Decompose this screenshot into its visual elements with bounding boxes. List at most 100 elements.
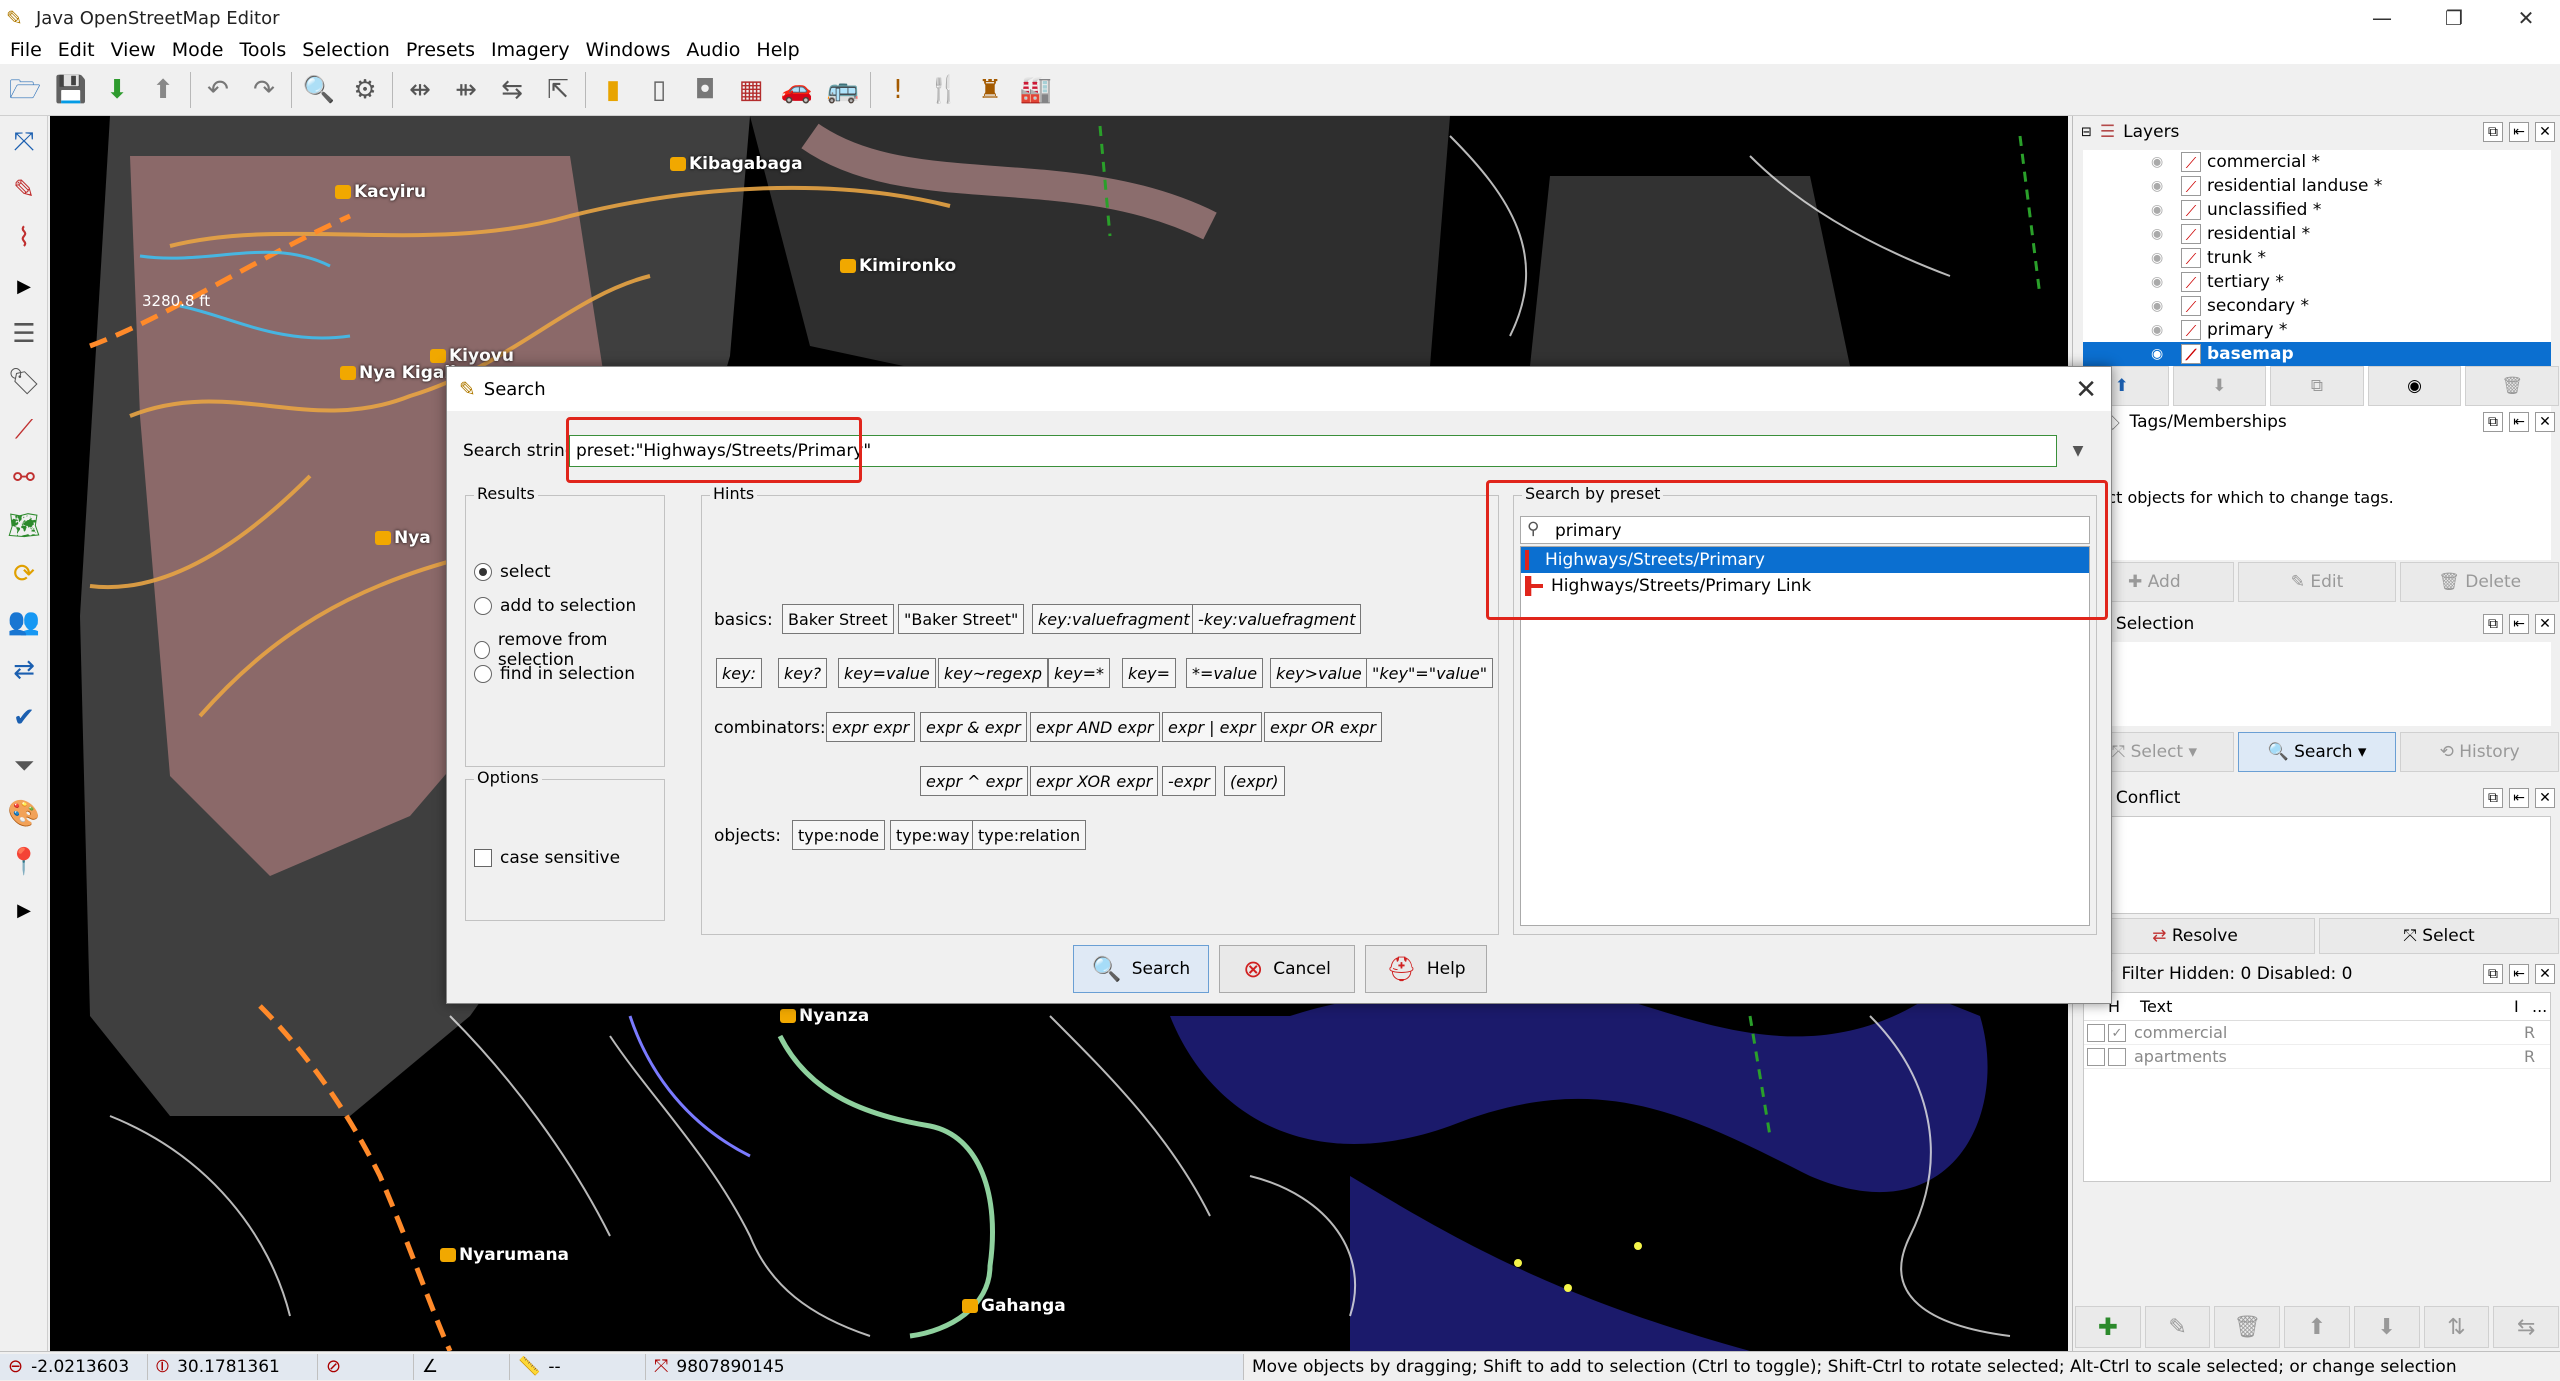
preferences-icon[interactable]: ⚙ xyxy=(346,70,384,110)
show-hide-icon[interactable]: ◉ xyxy=(2367,366,2462,406)
visibility-icon[interactable]: ◉ xyxy=(2151,202,2163,218)
visibility-icon[interactable]: ◉ xyxy=(2151,250,2163,266)
layer-row[interactable]: ◉ ⟋ unclassified * xyxy=(2083,198,2551,222)
hint-chip[interactable]: -key:valuefragment xyxy=(1192,604,1362,634)
hint-chip[interactable]: expr expr xyxy=(826,712,916,742)
panel-close-icon[interactable]: ✕ xyxy=(2535,122,2555,142)
preset-path-icon[interactable]: ▯ xyxy=(640,70,678,110)
hint-chip[interactable]: -expr xyxy=(1162,766,1216,796)
validator-icon[interactable]: ⚯ xyxy=(4,456,44,500)
maximize-button[interactable]: ❐ xyxy=(2420,0,2488,36)
preset-filter-input[interactable]: ⚲ primary xyxy=(1520,516,2090,544)
filter-hide-checkbox[interactable]: ✓ xyxy=(2108,1023,2126,1042)
filter-row[interactable]: ✓ commercial R xyxy=(2084,1021,2550,1045)
layer-row[interactable]: ◉ ⟋ tertiary * xyxy=(2083,270,2551,294)
delete-tag-button[interactable]: 🗑 Delete xyxy=(2400,562,2560,602)
improve-way-icon[interactable]: ⌇ xyxy=(4,216,44,260)
hint-chip[interactable]: expr XOR expr xyxy=(1030,766,1159,796)
check-icon[interactable]: ✔ xyxy=(4,696,44,740)
preset-car-icon[interactable]: 🚗 xyxy=(778,70,816,110)
menu-presets[interactable]: Presets xyxy=(406,39,475,61)
preset-barrier-icon[interactable]: ▦ xyxy=(732,70,770,110)
hint-chip[interactable]: "key"="value" xyxy=(1366,658,1494,688)
panel-minimize-icon[interactable]: ⇤ xyxy=(2509,788,2529,808)
preset-bus-icon[interactable]: 🚌 xyxy=(824,70,862,110)
cancel-button[interactable]: ⊗ Cancel xyxy=(1219,945,1355,993)
menu-mode[interactable]: Mode xyxy=(172,39,224,61)
reset-filter-icon[interactable]: ⇆ xyxy=(2493,1306,2560,1348)
layer-row[interactable]: ◉ ⟋ secondary * xyxy=(2083,294,2551,318)
menu-help[interactable]: Help xyxy=(756,39,799,61)
history-dropdown-icon[interactable]: ▼ xyxy=(2063,437,2093,465)
col-more[interactable]: ... xyxy=(2532,997,2547,1016)
panel-detach-icon[interactable]: ⧉ xyxy=(2483,964,2503,984)
preset-item-selected[interactable]: Highways/Streets/Primary xyxy=(1521,547,2089,573)
redo-icon[interactable]: ↷ xyxy=(245,70,283,110)
panel-minimize-icon[interactable]: ⇤ xyxy=(2509,122,2529,142)
styles-icon[interactable]: 🎨 xyxy=(4,792,44,836)
hint-chip[interactable]: expr ^ expr xyxy=(920,766,1028,796)
hint-chip[interactable]: expr | expr xyxy=(1162,712,1262,742)
hint-chip[interactable]: expr AND expr xyxy=(1030,712,1160,742)
layer-row-active[interactable]: ◉ ⟋ basemap xyxy=(2083,342,2551,366)
menu-edit[interactable]: Edit xyxy=(58,39,95,61)
layers-toggle-icon[interactable]: ☰ xyxy=(4,312,44,356)
map-icon[interactable]: 🗺 xyxy=(4,504,44,548)
draw-mode-icon[interactable]: ✎ xyxy=(4,168,44,212)
hint-chip[interactable]: key~regexp xyxy=(938,658,1049,688)
col-inverted[interactable]: I xyxy=(2514,997,2532,1016)
select-mode-icon[interactable]: ⤧ xyxy=(4,120,44,164)
move-down-icon[interactable]: ⬇ xyxy=(2172,366,2267,406)
split-way-icon[interactable]: ⇹ xyxy=(401,70,439,110)
layer-row[interactable]: ◉ ⟋ trunk * xyxy=(2083,246,2551,270)
hint-chip[interactable]: key=value xyxy=(838,658,936,688)
merge-layer-icon[interactable]: ⧉ xyxy=(2270,366,2364,406)
menu-view[interactable]: View xyxy=(111,39,156,61)
hint-chip[interactable]: type:relation xyxy=(972,820,1087,850)
visibility-icon[interactable]: ◉ xyxy=(2151,298,2163,314)
menu-selection[interactable]: Selection xyxy=(302,39,390,61)
conflict-icon[interactable]: ⇄ xyxy=(4,648,44,692)
hint-chip[interactable]: key:valuefragment xyxy=(1032,604,1196,634)
minimize-button[interactable]: — xyxy=(2348,0,2416,36)
preset-item[interactable]: Highways/Streets/Primary Link xyxy=(1521,573,2089,599)
expand-arrow-icon-2[interactable]: ▶ xyxy=(4,888,44,932)
hint-chip[interactable]: key? xyxy=(778,658,828,688)
preset-industry-icon[interactable]: 🏭 xyxy=(1017,70,1055,110)
hint-chip[interactable]: (expr) xyxy=(1224,766,1285,796)
hint-chip[interactable]: expr & expr xyxy=(920,712,1027,742)
filter-hide-checkbox[interactable] xyxy=(2108,1047,2126,1066)
filter-up-icon[interactable]: ⬆ xyxy=(2284,1306,2350,1348)
upload-icon[interactable]: ⬆ xyxy=(144,70,182,110)
expand-arrow-icon[interactable]: ▶ xyxy=(4,264,44,308)
menu-tools[interactable]: Tools xyxy=(239,39,286,61)
panel-close-icon[interactable]: ✕ xyxy=(2535,788,2555,808)
layer-row[interactable]: ◉ ⟋ primary * xyxy=(2083,318,2551,342)
collapse-icon[interactable]: ⊟ xyxy=(2081,125,2092,140)
panel-minimize-icon[interactable]: ⇤ xyxy=(2509,412,2529,432)
open-file-icon[interactable]: 🗁 xyxy=(6,70,44,110)
radio-add-to-selection[interactable]: add to selection xyxy=(474,596,636,616)
sort-filter-icon[interactable]: ⇅ xyxy=(2423,1306,2490,1348)
help-button[interactable]: ⛑ Help xyxy=(1365,945,1487,993)
visibility-icon[interactable]: ◉ xyxy=(2151,154,2163,170)
hint-chip[interactable]: key=* xyxy=(1048,658,1110,688)
panel-close-icon[interactable]: ✕ xyxy=(2535,614,2555,634)
preset-food-icon[interactable]: 🍴 xyxy=(925,70,963,110)
panel-detach-icon[interactable]: ⧉ xyxy=(2483,788,2503,808)
download-icon[interactable]: ⬇ xyxy=(98,70,136,110)
add-filter-icon[interactable]: ✚ xyxy=(2075,1306,2141,1348)
filter-down-icon[interactable]: ⬇ xyxy=(2353,1306,2420,1348)
hint-chip[interactable]: type:way xyxy=(890,820,976,850)
preset-info-icon[interactable]: ! xyxy=(879,70,917,110)
hint-chip[interactable]: "Baker Street" xyxy=(898,604,1025,634)
panel-detach-icon[interactable]: ⧉ xyxy=(2483,614,2503,634)
panel-detach-icon[interactable]: ⧉ xyxy=(2483,122,2503,142)
menu-audio[interactable]: Audio xyxy=(686,39,740,61)
relation-icon[interactable]: ⟋ xyxy=(4,408,44,452)
conflict-select-button[interactable]: ⤧ Select xyxy=(2319,918,2559,954)
hint-chip[interactable]: key= xyxy=(1122,658,1176,688)
close-window-button[interactable]: ✕ xyxy=(2492,0,2560,36)
dialog-close-icon[interactable]: ✕ xyxy=(2075,375,2097,405)
layer-row[interactable]: ◉ ⟋ commercial * xyxy=(2083,150,2551,174)
